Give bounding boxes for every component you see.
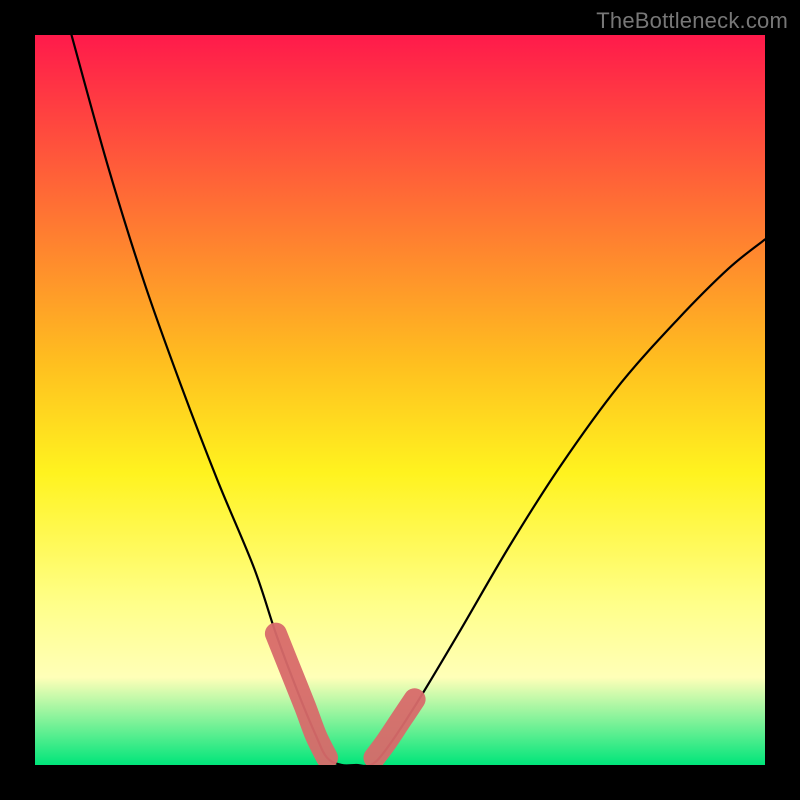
chart-svg bbox=[35, 35, 765, 765]
gradient-background bbox=[35, 35, 765, 765]
watermark-text: TheBottleneck.com bbox=[596, 8, 788, 34]
chart-frame: TheBottleneck.com bbox=[0, 0, 800, 800]
plot-area bbox=[35, 35, 765, 765]
